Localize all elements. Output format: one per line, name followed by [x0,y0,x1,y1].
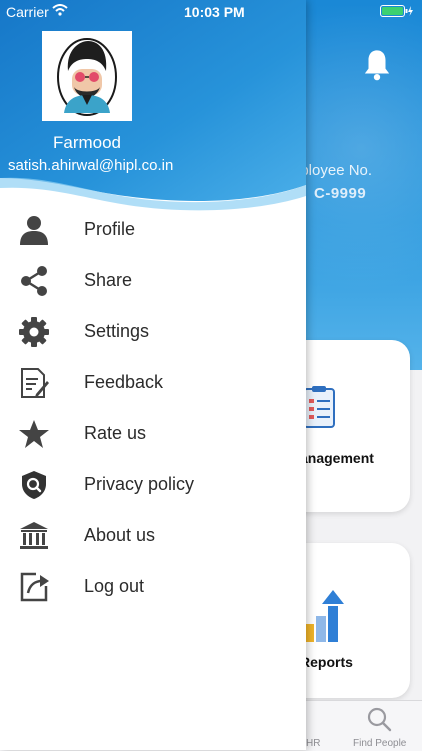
gear-icon [19,317,49,347]
employee-number-value: C-9999 [314,185,367,202]
logout-icon [20,572,49,602]
menu-label-rate-us: Rate us [84,423,147,443]
menu-label-feedback: Feedback [84,372,164,392]
avatar[interactable] [42,31,132,121]
shield-icon [22,471,46,499]
reports-card-title: Reports [300,654,353,670]
feedback-icon [21,368,49,398]
user-email: satish.ahirwal@hipl.co.in [8,157,174,174]
avatar-illustration [57,38,117,116]
management-card-title: anagement [300,450,374,466]
menu-label-share: Share [84,270,133,290]
menu-label-about-us: About us [84,525,156,545]
menu-label-profile: Profile [84,219,136,239]
menu-label-settings: Settings [84,321,150,341]
side-drawer: Farmood satish.ahirwal@hipl.co.in Profil… [0,0,306,750]
menu-item-log-out[interactable]: Log out [0,564,306,610]
tab-find-people[interactable]: Find People [353,738,406,749]
menu-label-log-out: Log out [84,576,145,596]
user-name: Farmood [52,133,122,152]
share-icon [21,266,47,296]
bank-icon [20,522,48,549]
menu-item-feedback[interactable]: Feedback [0,360,306,406]
wifi-icon [52,4,68,16]
star-icon [19,420,49,448]
status-bar: Carrier 10:03 PM [0,0,422,22]
menu-item-share[interactable]: Share [0,258,306,304]
battery-icon [380,5,413,17]
bell-icon[interactable] [362,48,392,82]
menu-item-settings[interactable]: Settings [0,309,306,355]
clock: 10:03 PM [184,4,245,20]
person-icon [20,216,48,245]
menu-item-profile[interactable]: Profile [0,207,306,253]
search-icon[interactable] [366,706,392,732]
menu-item-about-us[interactable]: About us [0,513,306,559]
tab-hr[interactable]: HR [306,738,320,749]
menu-item-rate-us[interactable]: Rate us [0,411,306,457]
menu-item-privacy-policy[interactable]: Privacy policy [0,462,306,508]
carrier-label: Carrier [6,4,49,20]
reports-chart-icon [304,590,344,642]
menu-label-privacy-policy: Privacy policy [84,474,195,494]
